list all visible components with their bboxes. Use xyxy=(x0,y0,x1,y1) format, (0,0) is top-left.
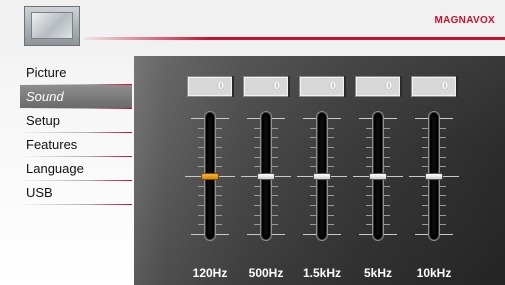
sidebar-menu: Picture Sound Setup Features Language US… xyxy=(0,56,134,285)
sidebar-item-sound[interactable]: Sound xyxy=(20,85,132,108)
band-slider-thumb[interactable] xyxy=(257,173,275,180)
band-value-box: 0 xyxy=(187,76,234,97)
band-value-box: 0 xyxy=(299,76,346,97)
band-value: 0 xyxy=(385,80,392,92)
sidebar-item-setup[interactable]: Setup xyxy=(20,109,132,132)
sidebar-item-picture[interactable]: Picture xyxy=(20,61,132,84)
band-slider-thumb[interactable] xyxy=(201,173,219,180)
band-value: 0 xyxy=(329,80,336,92)
band-frequency-label: 10kHz xyxy=(416,266,452,280)
band-slider-thumb[interactable] xyxy=(369,173,387,180)
eq-band-500hz: 0 500Hz xyxy=(241,76,291,280)
sidebar-item-features[interactable]: Features xyxy=(20,133,132,156)
band-slider-thumb[interactable] xyxy=(425,173,443,180)
band-frequency-label: 120Hz xyxy=(192,266,228,280)
menu-header: MAGNAVOX xyxy=(0,0,505,56)
band-track xyxy=(297,112,347,240)
band-track xyxy=(353,112,403,240)
band-value-box: 0 xyxy=(243,76,290,97)
band-frequency-label: 5kHz xyxy=(363,266,392,280)
sidebar-item-usb[interactable]: USB xyxy=(20,181,132,204)
eq-band-1-5khz: 0 1.5kHz xyxy=(297,76,347,280)
header-accent-line xyxy=(84,37,505,40)
equalizer-panel: 0 120Hz 0 500Hz 0 1.5kHz 0 5kHz 0 10kHz xyxy=(134,56,505,285)
band-slider-thumb[interactable] xyxy=(313,173,331,180)
tv-menu-screen: MAGNAVOX Picture Sound Setup Features La… xyxy=(0,0,505,285)
sidebar-item-language[interactable]: Language xyxy=(20,157,132,180)
band-track xyxy=(185,112,235,240)
tv-panel xyxy=(31,12,73,39)
eq-band-5khz: 0 5kHz xyxy=(353,76,403,280)
band-value-box: 0 xyxy=(355,76,402,97)
eq-band-10khz: 0 10kHz xyxy=(409,76,459,280)
tv-monitor-icon xyxy=(24,6,80,46)
band-value: 0 xyxy=(273,80,280,92)
band-frequency-label: 1.5kHz xyxy=(302,266,342,280)
brand-logo: MAGNAVOX xyxy=(434,15,495,26)
band-value-box: 0 xyxy=(411,76,458,97)
band-track xyxy=(409,112,459,240)
band-value: 0 xyxy=(217,80,224,92)
band-value: 0 xyxy=(441,80,448,92)
band-frequency-label: 500Hz xyxy=(248,266,284,280)
eq-band-120hz: 0 120Hz xyxy=(185,76,235,280)
band-track xyxy=(241,112,291,240)
menu-divider xyxy=(20,204,132,205)
